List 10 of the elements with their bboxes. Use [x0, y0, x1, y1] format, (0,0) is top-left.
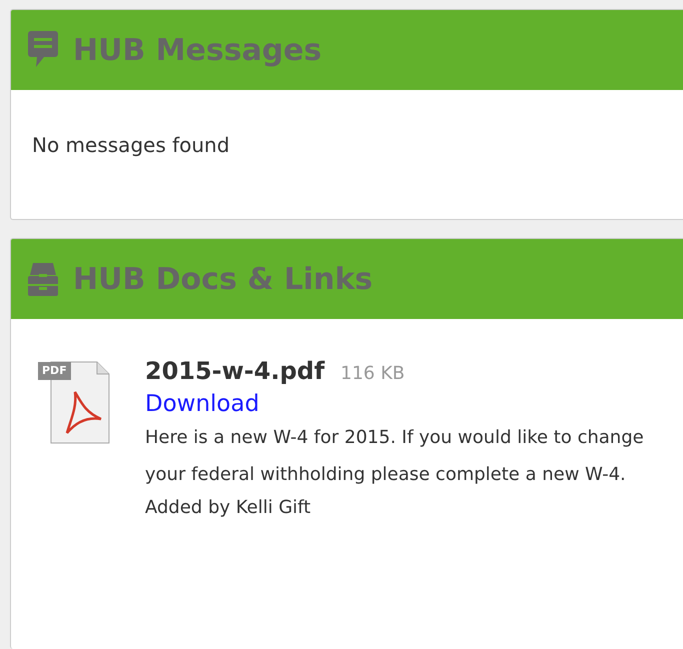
added-by-text: Added by Kelli Gift: [145, 496, 312, 520]
panel-title: HUB Docs & Links: [73, 262, 373, 296]
document-description: Here is a new W-4 for 2015. If you would like to change your federal withholding please complete a new W-4.: [145, 426, 645, 487]
empty-message: No messages found: [31, 132, 231, 159]
chat-icon: [28, 31, 58, 69]
panel-title: HUB Messages: [73, 32, 322, 68]
download-link[interactable]: Download: [145, 391, 260, 417]
cabinet-icon: [28, 262, 58, 296]
file-name: 2015-w-4.pdf: [145, 357, 325, 385]
file-size: 116 KB: [340, 363, 405, 384]
